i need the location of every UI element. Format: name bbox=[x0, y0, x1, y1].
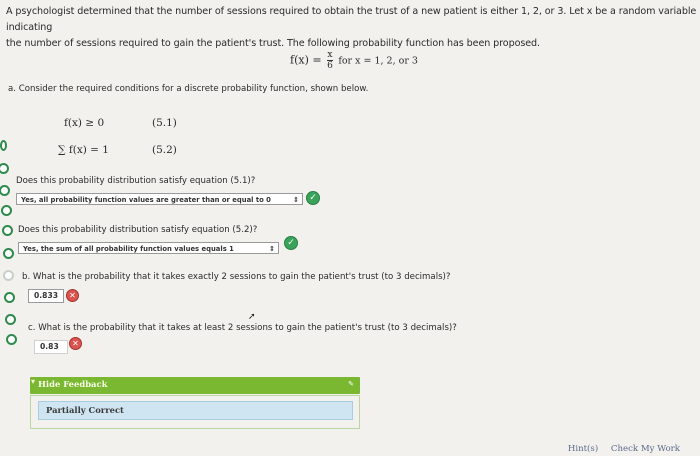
formula-fraction: x 6 bbox=[327, 50, 333, 71]
answer-select-5-2-value: Yes, the sum of all probability function… bbox=[23, 245, 234, 253]
part-a-prompt: a. Consider the required conditions for … bbox=[8, 84, 369, 94]
hide-feedback-label: Hide Feedback bbox=[38, 379, 108, 389]
status-dot-icon bbox=[0, 163, 9, 174]
equation-5-2-tag: (5.2) bbox=[152, 144, 177, 156]
feedback-panel: Partially Correct bbox=[30, 395, 360, 429]
status-dot-icon bbox=[1, 205, 12, 216]
hide-feedback-toggle[interactable]: ▾ Hide Feedback ✎ bbox=[30, 377, 360, 394]
question-5-2: Does this probability distribution satis… bbox=[18, 225, 258, 235]
problem-intro: A psychologist determined that the numbe… bbox=[6, 4, 700, 52]
mouse-cursor-icon: ➚ bbox=[248, 312, 256, 322]
select-arrows-icon: ⇕ bbox=[269, 245, 275, 253]
status-dot-icon bbox=[4, 292, 15, 303]
hints-link[interactable]: Hint(s) bbox=[568, 444, 598, 454]
intro-line-1: A psychologist determined that the numbe… bbox=[6, 6, 697, 33]
question-5-1: Does this probability distribution satis… bbox=[16, 176, 256, 186]
incorrect-x-icon: ✕ bbox=[69, 337, 82, 350]
part-b-prompt: b. What is the probability that it takes… bbox=[22, 272, 451, 282]
correct-check-icon: ✓ bbox=[306, 191, 320, 205]
equation-5-1: f(x) ≥ 0 bbox=[64, 117, 105, 129]
feedback-star-icon: ▾ bbox=[31, 377, 36, 386]
status-dot-icon bbox=[6, 334, 17, 345]
incorrect-x-icon: ✕ bbox=[66, 289, 79, 302]
correct-check-icon: ✓ bbox=[284, 236, 298, 250]
select-arrows-icon: ⇕ bbox=[293, 196, 299, 204]
probability-formula: f(x) = x 6 for x = 1, 2, or 3 bbox=[290, 50, 418, 71]
check-my-work-link[interactable]: Check My Work bbox=[611, 444, 680, 454]
status-dot-icon bbox=[3, 270, 14, 281]
feedback-result: Partially Correct bbox=[38, 401, 353, 420]
formula-lhs: f(x) = bbox=[290, 53, 322, 67]
formula-numerator: x bbox=[327, 50, 333, 61]
equation-5-1-tag: (5.1) bbox=[152, 117, 177, 129]
feedback-pin-icon: ✎ bbox=[348, 380, 354, 388]
equation-5-2: ∑ f(x) = 1 bbox=[58, 144, 109, 156]
status-dot-icon bbox=[3, 248, 14, 259]
status-dot-icon bbox=[0, 140, 7, 151]
status-dot-icon bbox=[0, 185, 10, 196]
answer-select-5-1[interactable]: Yes, all probability function values are… bbox=[16, 193, 303, 205]
formula-rhs: for x = 1, 2, or 3 bbox=[338, 55, 418, 67]
answer-select-5-2[interactable]: Yes, the sum of all probability function… bbox=[18, 242, 279, 254]
formula-denominator: 6 bbox=[327, 61, 333, 71]
part-b-answer-field[interactable]: 0.833 bbox=[28, 289, 64, 303]
answer-select-5-1-value: Yes, all probability function values are… bbox=[21, 196, 271, 204]
status-dot-icon bbox=[2, 225, 13, 236]
part-c-answer-field[interactable]: 0.83 bbox=[34, 340, 68, 354]
part-c-prompt: c. What is the probability that it takes… bbox=[28, 323, 457, 333]
status-dot-icon bbox=[5, 314, 16, 325]
footer-links: Hint(s) Check My Work bbox=[558, 444, 680, 454]
